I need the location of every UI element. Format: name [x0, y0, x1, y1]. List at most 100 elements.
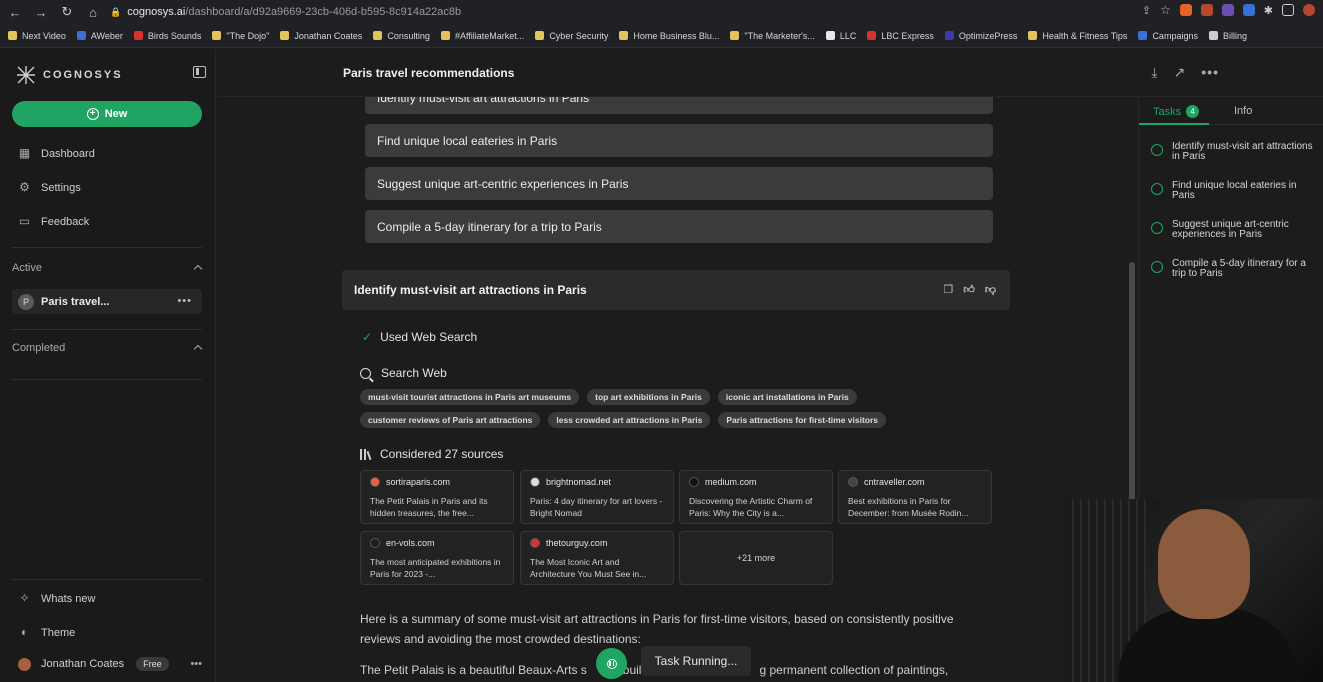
address-bar[interactable]: 🔒 cognosys.ai/dashboard/a/d92a9669-23cb-… [110, 6, 461, 18]
sidebar-item-settings[interactable]: ⚙ Settings [18, 181, 81, 194]
share-icon[interactable]: ↗ [1174, 64, 1186, 81]
back-icon[interactable]: ← [4, 1, 26, 23]
gear-icon: ⚙ [19, 180, 30, 194]
more-sources-card[interactable]: +21 more [679, 531, 833, 585]
new-button[interactable]: + New [12, 101, 202, 127]
more-options-icon[interactable]: ••• [1201, 64, 1219, 81]
logo[interactable]: COGNOSYS [16, 65, 123, 85]
right-task-label: Identify must-visit art attractions in P… [1172, 141, 1313, 162]
search-query-chip[interactable]: customer reviews of Paris art attraction… [360, 412, 541, 428]
search-query-chip[interactable]: less crowded art attractions in Paris [548, 412, 711, 428]
copy-icon[interactable]: ❐ [943, 283, 953, 296]
bookmark-item[interactable]: LLC [825, 31, 856, 41]
task-avatar: P [18, 293, 34, 310]
task-pill[interactable]: Suggest unique art-centric experiences i… [365, 167, 993, 200]
summary-text: The Petit Palais is a beautiful Beaux-Ar… [360, 663, 587, 677]
right-task-item[interactable]: Find unique local eateries in Paris [1151, 181, 1321, 201]
task-running-status: Task Running... [641, 646, 751, 676]
sidebar: COGNOSYS + New ▦ Dashboard ⚙ Settings ▭ … [0, 49, 216, 682]
task-pill[interactable]: Find unique local eateries in Paris [365, 124, 993, 157]
more-options-icon[interactable]: ••• [177, 295, 192, 307]
bookmark-item[interactable]: Next Video [8, 31, 66, 41]
chevron-up-icon[interactable] [193, 264, 203, 274]
tab-tasks[interactable]: Tasks 4 [1153, 105, 1200, 118]
sidebar-item-feedback[interactable]: ▭ Feedback [18, 215, 89, 228]
bookmark-label: "The Marketer's... [744, 30, 815, 41]
bookmark-icon [535, 31, 545, 40]
bookmark-icon [944, 31, 954, 40]
reload-icon[interactable]: ↻ [56, 1, 78, 23]
star-icon[interactable]: ☆ [1160, 3, 1171, 17]
source-description: The Petit Palais in Paris and its hidden… [370, 496, 488, 518]
sidebar-item-dashboard[interactable]: ▦ Dashboard [18, 147, 95, 160]
bookmark-item[interactable]: LBC Express [867, 31, 934, 41]
extension-icon[interactable] [1242, 4, 1255, 16]
scrollbar[interactable] [1129, 262, 1135, 502]
bookmark-item[interactable]: "The Marketer's... [730, 30, 815, 41]
right-task-item[interactable]: Compile a 5-day itinerary for a trip to … [1151, 259, 1321, 279]
source-description: Discovering the Artistic Charm of Paris:… [689, 496, 813, 518]
theme-label: Theme [41, 626, 76, 639]
download-icon[interactable]: ⤓ [1151, 64, 1157, 81]
more-options-icon[interactable]: ••• [190, 658, 202, 670]
source-domain: brightnomad.net [546, 477, 612, 487]
profile-avatar[interactable] [1303, 4, 1315, 16]
user-profile[interactable]: Jonathan Coates Free ••• [18, 657, 208, 671]
bookmark-item[interactable]: Home Business Blu... [619, 31, 719, 41]
home-icon[interactable]: ⌂ [82, 1, 104, 23]
bookmark-label: AWeber [90, 30, 123, 41]
bookmark-item[interactable]: "The Dojo" [212, 31, 269, 41]
thumbs-up-icon[interactable]: 👍︎ [963, 283, 975, 296]
extension-icon[interactable] [1221, 4, 1234, 16]
bookmark-item[interactable]: Consulting [373, 31, 430, 41]
source-card[interactable]: sortiraparis.com The Petit Palais in Pari… [360, 470, 514, 524]
bookmark-item[interactable]: #AffiliateMarket... [440, 31, 524, 41]
share-icon[interactable]: ⇪ [1142, 4, 1151, 17]
thumbs-down-icon[interactable]: 👎︎ [985, 283, 996, 296]
webcam-person-head [1158, 509, 1250, 619]
right-task-item[interactable]: Identify must-visit art attractions in P… [1151, 142, 1321, 162]
forward-icon[interactable]: → [30, 1, 52, 23]
search-query-chip[interactable]: top art exhibitions in Paris [587, 389, 710, 405]
source-domain: en-vols.com [386, 538, 435, 548]
puzzle-icon[interactable]: ✱ [1264, 4, 1273, 17]
active-task-item[interactable]: P Paris travel... ••• [12, 289, 202, 314]
extension-icon[interactable] [1179, 4, 1192, 16]
source-card[interactable]: thetourguy.com The Most Iconic Art and Ar… [520, 531, 674, 585]
search-query-chip[interactable]: Paris attractions for first-time visitor… [718, 412, 887, 428]
sidebar-collapse-icon[interactable] [193, 66, 206, 78]
right-task-label: Find unique local eateries in Paris [1172, 180, 1297, 201]
sparkle-icon: ✧ [19, 591, 30, 605]
source-card[interactable]: medium.com Discovering the Artistic Charm… [679, 470, 833, 524]
right-task-item[interactable]: Suggest unique art-centric experiences i… [1151, 220, 1321, 240]
search-query-chip[interactable]: must-visit tourist attractions in Paris … [360, 389, 580, 405]
tab-info[interactable]: Info [1234, 105, 1252, 117]
divider [12, 329, 202, 330]
sidepanel-icon[interactable] [1282, 4, 1294, 16]
bookmark-label: Health & Fitness Tips [1042, 30, 1128, 41]
pause-task-button[interactable] [596, 648, 627, 679]
bookmark-item[interactable]: Health & Fitness Tips [1028, 31, 1127, 41]
task-pill[interactable]: Compile a 5-day itinerary for a trip to … [365, 210, 993, 243]
extension-icon[interactable] [1200, 4, 1213, 16]
source-card[interactable]: brightnomad.net Paris: 4 day itinerary fo… [520, 470, 674, 524]
section-actions: ❐ 👍︎ 👎︎ [943, 283, 996, 296]
bookmark-item[interactable]: Cyber Security [535, 31, 608, 41]
bookmark-item[interactable]: Jonathan Coates [280, 31, 362, 41]
bookmark-item[interactable]: Birds Sounds [133, 31, 201, 41]
whats-new-link[interactable]: ✧ Whats new [18, 592, 95, 605]
source-card[interactable]: en-vols.com The most anticipated exhibiti… [360, 531, 514, 585]
bookmark-item[interactable]: OptimizePress [944, 31, 1017, 41]
bookmark-item[interactable]: Campaigns [1138, 31, 1198, 41]
bookmark-label: "The Dojo" [226, 30, 270, 41]
theme-link[interactable]: ◐ Theme [18, 626, 75, 639]
bookmark-item[interactable]: Billing [1208, 31, 1247, 41]
source-description: Best exhibitions in Paris for December: … [848, 496, 969, 518]
search-query-chip[interactable]: iconic art installations in Paris [717, 389, 857, 405]
task-pill[interactable]: Identify must-visit art attractions in P… [365, 97, 993, 114]
bookmark-item[interactable]: AWeber [76, 30, 123, 41]
bookmark-icon [867, 31, 877, 40]
new-label: New [104, 108, 128, 120]
source-card[interactable]: cntraveller.com Best exhibitions in Paris… [838, 470, 992, 524]
chevron-up-icon[interactable] [193, 344, 203, 354]
